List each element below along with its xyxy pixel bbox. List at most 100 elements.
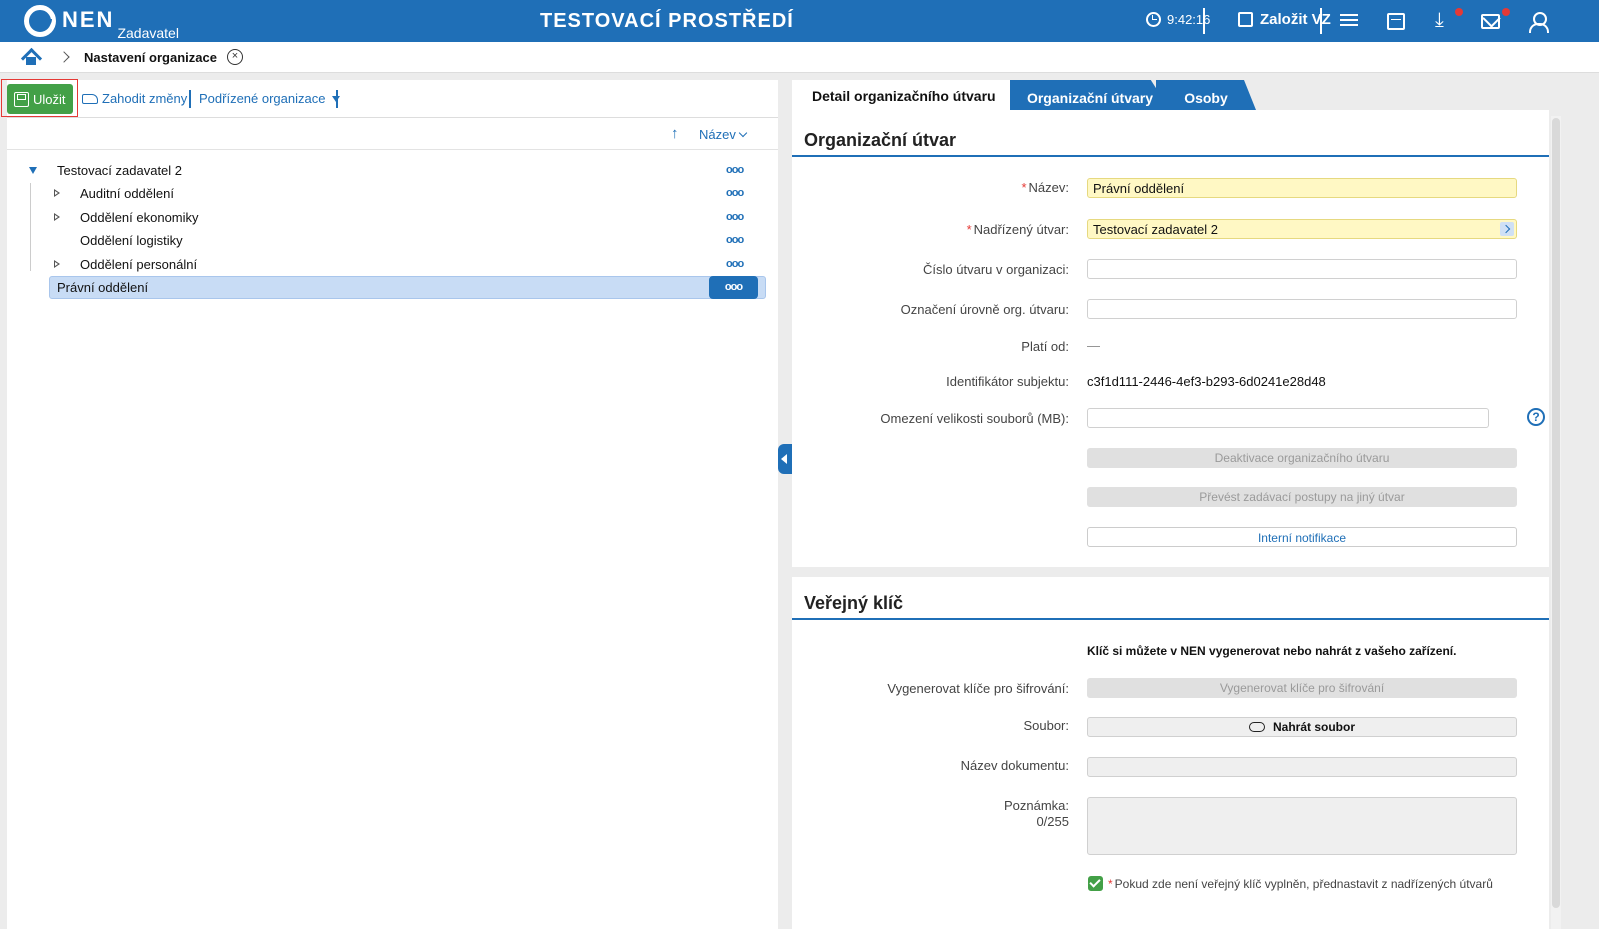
note-counter: 0/255 (1036, 814, 1069, 829)
section-divider (792, 618, 1549, 620)
edit-icon (1238, 12, 1253, 27)
tree-node-root[interactable]: Testovací zadavatel 2 ooo (7, 159, 767, 181)
toolbar-divider (189, 90, 191, 108)
note-textarea[interactable] (1087, 797, 1517, 855)
more-options-button[interactable]: ooo (709, 276, 758, 299)
home-icon[interactable] (22, 49, 40, 65)
identifier-value: c3f1d111-2446-4ef3-b293-6d0241e28d48 (1087, 374, 1326, 389)
generate-keys-button[interactable]: Vygenerovat klíče pro šifrování (1087, 678, 1517, 698)
sub-orgs-label: Podřízené organizace (199, 91, 326, 106)
expanded-triangle-icon[interactable] (29, 167, 37, 174)
sub-organizations-dropdown[interactable]: Podřízené organizace (199, 91, 341, 106)
valid-from-label: Platí od: (1021, 339, 1069, 354)
more-options-icon[interactable]: ooo (726, 211, 744, 223)
chevron-right-icon[interactable] (1500, 222, 1514, 236)
deactivate-unit-button[interactable]: Deaktivace organizačního útvaru (1087, 448, 1517, 468)
upload-label: Nahrát soubor (1272, 720, 1355, 734)
note-label: Poznámka: (1003, 798, 1069, 813)
help-icon[interactable]: ? (1527, 408, 1545, 426)
toolbar-divider (1320, 8, 1322, 34)
calendar-icon[interactable] (1387, 13, 1405, 30)
cloud-upload-icon (1248, 722, 1265, 732)
discard-label: Zahodit změny (102, 91, 188, 106)
clock-icon (1146, 12, 1161, 27)
mail-icon[interactable] (1481, 14, 1500, 29)
panel-collapse-handle[interactable] (778, 444, 792, 474)
tree-node-child[interactable]: Oddělení logistiky ooo (7, 229, 767, 251)
toolbar-divider (1203, 8, 1205, 34)
unit-number-input[interactable] (1087, 259, 1517, 279)
document-name-label: Název dokumentu: (960, 758, 1069, 773)
nen-logo[interactable]: NEN Zadavatel (24, 5, 179, 41)
transfer-procedures-button[interactable]: Převést zadávací postupy na jiný útvar (1087, 487, 1517, 507)
undo-icon (82, 93, 98, 104)
more-options-icon[interactable]: ooo (726, 187, 744, 199)
file-limit-label: Omezení velikosti souborů (MB): (880, 411, 1069, 426)
chevron-right-icon (58, 51, 70, 63)
create-vz-button[interactable]: Založit VZ (1238, 11, 1331, 28)
collapsed-triangle-icon[interactable] (54, 189, 60, 197)
public-key-section: Veřejný klíč Klíč si můžete v NEN vygene… (792, 577, 1549, 929)
parent-unit-value: Testovací zadavatel 2 (1093, 222, 1219, 237)
save-button[interactable]: Uložit (7, 84, 73, 114)
environment-title: TESTOVACÍ PROSTŘEDÍ (540, 10, 794, 32)
upload-file-button[interactable]: Nahrát soubor (1087, 717, 1517, 737)
menu-icon[interactable] (1338, 11, 1360, 31)
top-bar: NEN Zadavatel TESTOVACÍ PROSTŘEDÍ 9:42:1… (0, 0, 1599, 42)
more-options-icon[interactable]: ooo (726, 234, 744, 246)
parent-unit-label: * Nadřízený útvar: (966, 222, 1069, 237)
generate-keys-label: Vygenerovat klíče pro šifrování: (887, 681, 1069, 696)
section-title: Veřejný klíč (804, 593, 904, 613)
tree-node-label: Oddělení personální (80, 256, 198, 272)
nen-logo-icon (24, 5, 56, 37)
more-options-icon[interactable]: ooo (726, 258, 744, 270)
discard-changes-button[interactable]: Zahodit změny (82, 91, 187, 106)
tab-org-units[interactable]: Organizační útvary (1010, 80, 1170, 110)
file-limit-input[interactable] (1087, 408, 1489, 428)
sort-field-dropdown[interactable]: Název (699, 127, 748, 142)
user-icon[interactable] (1527, 11, 1549, 33)
public-key-info: Klíč si můžete v NEN vygenerovat nebo na… (1087, 644, 1457, 658)
notification-dot (1502, 8, 1510, 16)
tree-node-label: Testovací zadavatel 2 (57, 162, 183, 178)
download-icon[interactable] (1433, 10, 1455, 31)
scrollbar-thumb[interactable] (1552, 118, 1560, 908)
sort-ascending-icon[interactable]: ↑ (671, 125, 679, 142)
tree-node-child[interactable]: Oddělení ekonomiky ooo (7, 206, 767, 228)
more-options-icon[interactable]: ooo (726, 164, 744, 176)
tree-node-selected-content[interactable]: Právní oddělení (7, 276, 707, 298)
name-input[interactable]: Právní oddělení (1087, 178, 1517, 198)
logo-text: NEN (62, 7, 115, 32)
tree-node-label: Oddělení logistiky (80, 232, 183, 248)
tree-node-child[interactable]: Auditní oddělení ooo (7, 182, 767, 204)
tree-node-label: Auditní oddělení (80, 185, 174, 201)
collapsed-triangle-icon[interactable] (54, 213, 60, 221)
save-icon (14, 91, 29, 107)
internal-notifications-button[interactable]: Interní notifikace (1087, 527, 1517, 547)
section-title: Organizační útvar (804, 130, 957, 150)
org-unit-section: Organizační útvar * Název: Právní oddělen… (792, 110, 1549, 567)
tree-toolbar: Uložit Zahodit změny Podřízené organizac… (1, 79, 778, 118)
collapsed-triangle-icon[interactable] (54, 260, 60, 268)
sort-bar: ↑ Název (7, 118, 778, 150)
close-icon[interactable]: × (226, 49, 243, 65)
tab-detail[interactable]: Detail organizačního útvaru (792, 80, 1010, 110)
notification-dot (1455, 8, 1463, 16)
tree-node-label: Právní oddělení (57, 279, 149, 295)
inherit-key-label: * Pokud zde není veřejný klíč vyplněn, př… (1108, 877, 1493, 891)
parent-unit-select[interactable]: Testovací zadavatel 2 (1087, 219, 1517, 239)
identifier-label: Identifikátor subjektu: (946, 374, 1069, 389)
valid-from-value: — (1087, 338, 1100, 353)
breadcrumb: Nastavení organizace × (0, 42, 1599, 73)
file-label: Soubor: (1023, 718, 1069, 733)
tree-node-label: Oddělení ekonomiky (80, 209, 199, 225)
unit-level-input[interactable] (1087, 299, 1517, 319)
tree-node-child[interactable]: Oddělení personální ooo (7, 253, 767, 275)
toolbar-divider (336, 90, 338, 108)
document-name-input[interactable] (1087, 757, 1517, 777)
breadcrumb-current: Nastavení organizace (84, 49, 217, 65)
logo-subtitle: Zadavatel (117, 25, 179, 41)
tab-persons[interactable]: Osoby (1156, 80, 1256, 110)
inherit-key-checkbox[interactable] (1088, 876, 1103, 891)
save-label: Uložit (33, 91, 66, 107)
